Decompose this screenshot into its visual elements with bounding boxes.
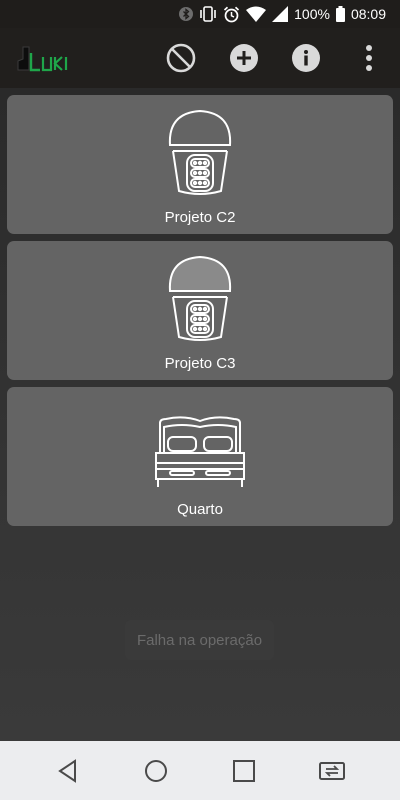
status-bar: 100% 08:09 (0, 0, 400, 28)
signal-icon (272, 6, 289, 22)
system-nav-bar (0, 741, 400, 800)
back-button[interactable] (48, 755, 88, 787)
more-vert-icon (366, 45, 372, 71)
battery-icon (335, 6, 345, 22)
recents-button[interactable] (224, 755, 264, 787)
device-card-label: Quarto (177, 501, 223, 518)
switch-app-button[interactable] (312, 755, 352, 787)
luki-logo (14, 44, 74, 74)
back-icon (58, 759, 76, 783)
home-icon (145, 760, 167, 782)
vibrate-icon (199, 6, 217, 22)
add-circle-icon (230, 44, 258, 72)
toast-message: Falha na operação (125, 620, 274, 660)
block-button[interactable] (165, 42, 197, 74)
block-icon (166, 43, 196, 73)
alarm-icon (223, 6, 240, 23)
home-button[interactable] (136, 755, 176, 787)
device-card-projeto-c2[interactable]: Projeto C2 (7, 95, 393, 234)
device-card-quarto[interactable]: Quarto (7, 387, 393, 526)
recents-icon (233, 760, 255, 782)
bed-icon (154, 403, 246, 498)
switch-app-icon (319, 762, 345, 780)
clock-time: 08:09 (350, 6, 386, 22)
battery-percent: 100% (294, 6, 330, 22)
smart-lamp-icon (164, 251, 236, 346)
app-bar (0, 28, 400, 88)
add-button[interactable] (228, 42, 260, 74)
device-card-projeto-c3[interactable]: Projeto C3 (7, 241, 393, 380)
device-card-label: Projeto C3 (164, 355, 236, 372)
wifi-icon (246, 6, 267, 22)
overflow-menu-button[interactable] (353, 42, 385, 74)
device-card-label: Projeto C2 (164, 209, 236, 226)
bluetooth-icon (179, 6, 194, 22)
info-circle-icon (292, 44, 320, 72)
info-button[interactable] (290, 42, 322, 74)
smart-lamp-icon (164, 105, 236, 200)
